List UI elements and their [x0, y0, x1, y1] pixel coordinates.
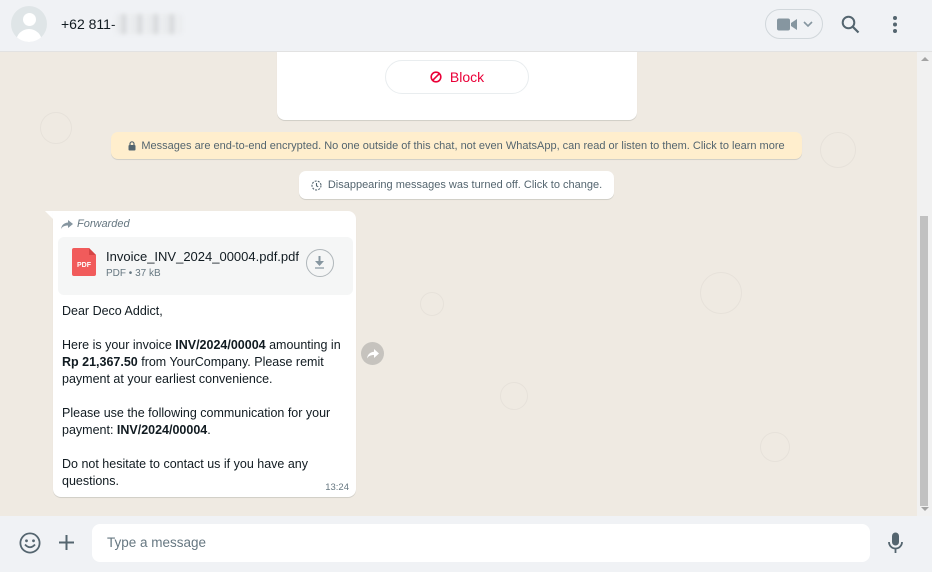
microphone-icon[interactable] [888, 532, 903, 554]
share-forward-icon [366, 348, 379, 358]
block-button[interactable]: Block [385, 60, 529, 94]
message-text: Dear Deco Addict, Here is your invoice I… [62, 303, 350, 490]
emoji-icon[interactable] [19, 532, 41, 554]
download-icon [315, 256, 324, 269]
message-paragraph: Do not hesitate to contact us if you hav… [62, 457, 308, 488]
chat-scrollbar[interactable] [917, 52, 932, 516]
message-composer: Type a message [0, 516, 932, 572]
disappearing-messages-notice[interactable]: Disappearing messages was turned off. Cl… [299, 171, 614, 199]
scroll-up-arrow[interactable] [921, 57, 929, 61]
chat-header: +62 811- [0, 0, 932, 52]
message-input-placeholder: Type a message [107, 535, 207, 550]
download-button[interactable] [306, 249, 334, 277]
attach-plus-icon[interactable] [58, 534, 75, 551]
message-timestamp: 13:24 [325, 482, 349, 493]
message-input[interactable]: Type a message [92, 524, 870, 562]
scroll-down-arrow[interactable] [921, 507, 929, 511]
svg-text:PDF: PDF [77, 262, 92, 269]
redacted-number [116, 14, 182, 34]
document-meta: PDF • 37 kB [106, 268, 161, 279]
forwarded-label: Forwarded [61, 218, 130, 230]
forward-message-button[interactable] [361, 342, 384, 365]
timer-icon [311, 179, 322, 191]
menu-dots-icon[interactable] [892, 15, 898, 34]
disappearing-notice-text: Disappearing messages was turned off. Cl… [327, 179, 603, 191]
video-call-icon [777, 18, 797, 31]
video-call-button[interactable] [765, 9, 823, 39]
block-button-label: Block [449, 69, 485, 85]
encryption-notice[interactable]: Messages are end-to-end encrypted. No on… [111, 132, 802, 159]
document-attachment[interactable]: PDF Invoice_INV_2024_00004.pdf.pdf PDF •… [58, 237, 353, 295]
message-bubble[interactable]: Forwarded PDF Invoice_INV_2024_00004.pdf… [53, 211, 356, 497]
message-paragraph: Please use the following communication f… [62, 406, 331, 437]
document-name: Invoice_INV_2024_00004.pdf.pdf [106, 249, 299, 264]
contact-name[interactable]: +62 811- [61, 16, 116, 32]
block-icon [430, 71, 442, 83]
message-paragraph: Here is your invoice INV/2024/00004 amou… [62, 338, 341, 386]
contact-info-card: Block [277, 52, 637, 120]
forward-arrow-icon [61, 219, 73, 229]
scroll-thumb[interactable] [920, 216, 928, 506]
chevron-down-icon [803, 21, 813, 28]
message-greeting: Dear Deco Addict, [62, 304, 163, 318]
contact-avatar[interactable] [11, 6, 47, 42]
default-avatar-icon [23, 13, 36, 26]
lock-icon [128, 140, 136, 150]
pdf-file-icon: PDF [72, 248, 96, 276]
encryption-notice-text: Messages are end-to-end encrypted. No on… [141, 139, 785, 152]
search-icon[interactable] [841, 15, 860, 34]
